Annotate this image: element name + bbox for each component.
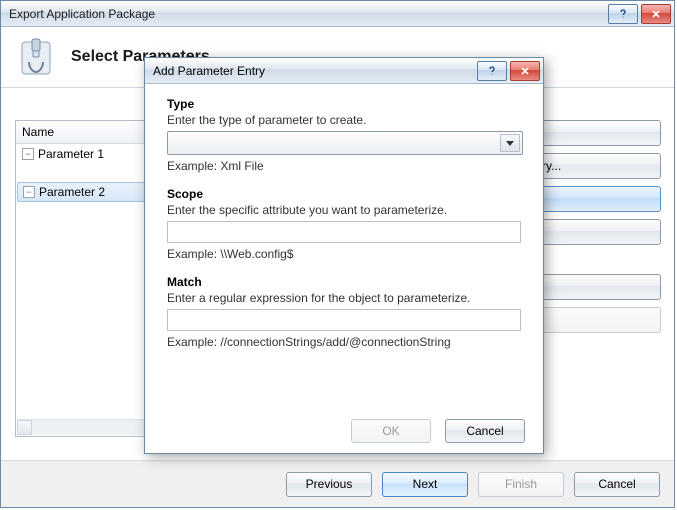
scope-section-desc: Enter the specific attribute you want to…	[167, 203, 521, 217]
scope-example: Example: \\Web.config$	[167, 247, 521, 261]
match-section-desc: Enter a regular expression for the objec…	[167, 291, 521, 305]
dialog-cancel-button[interactable]: Cancel	[445, 419, 525, 443]
dialog-help-button[interactable]	[477, 61, 507, 81]
add-parameter-entry-dialog: Add Parameter Entry Type Enter the type …	[144, 57, 544, 454]
type-section-title: Type	[167, 97, 521, 111]
help-button[interactable]	[608, 4, 638, 24]
finish-button[interactable]: Finish	[478, 472, 564, 497]
cancel-button[interactable]: Cancel	[574, 472, 660, 497]
dialog-footer: OK Cancel	[145, 409, 543, 453]
expand-icon[interactable]: −	[22, 148, 34, 160]
dialog-title: Add Parameter Entry	[153, 64, 477, 78]
help-icon	[487, 66, 497, 76]
type-section-desc: Enter the type of parameter to create.	[167, 113, 521, 127]
scroll-left-icon[interactable]	[17, 420, 32, 435]
window-title-bar: Export Application Package	[1, 1, 674, 27]
dialog-close-button[interactable]	[510, 61, 540, 81]
match-section-title: Match	[167, 275, 521, 289]
previous-button[interactable]: Previous	[286, 472, 372, 497]
chevron-down-icon	[500, 134, 520, 152]
wizard-footer: Previous Next Finish Cancel	[1, 460, 674, 507]
next-button[interactable]: Next	[382, 472, 468, 497]
help-icon	[618, 9, 628, 19]
tree-item-label: Parameter 1	[38, 147, 104, 161]
type-example: Example: Xml File	[167, 159, 521, 173]
dialog-title-bar: Add Parameter Entry	[145, 58, 543, 84]
window-close-button[interactable]	[641, 4, 671, 24]
type-combobox[interactable]	[167, 131, 523, 155]
window-title: Export Application Package	[9, 7, 608, 21]
expand-icon[interactable]: −	[23, 186, 35, 198]
scope-section-title: Scope	[167, 187, 521, 201]
dialog-body: Type Enter the type of parameter to crea…	[167, 93, 521, 403]
dialog-ok-button[interactable]: OK	[351, 419, 431, 443]
tree-item-label: Parameter 2	[39, 185, 105, 199]
package-icon	[15, 36, 57, 78]
close-icon	[651, 9, 661, 19]
match-input[interactable]	[167, 309, 521, 331]
match-example: Example: //connectionStrings/add/@connec…	[167, 335, 521, 349]
close-icon	[520, 66, 530, 76]
scope-input[interactable]	[167, 221, 521, 243]
